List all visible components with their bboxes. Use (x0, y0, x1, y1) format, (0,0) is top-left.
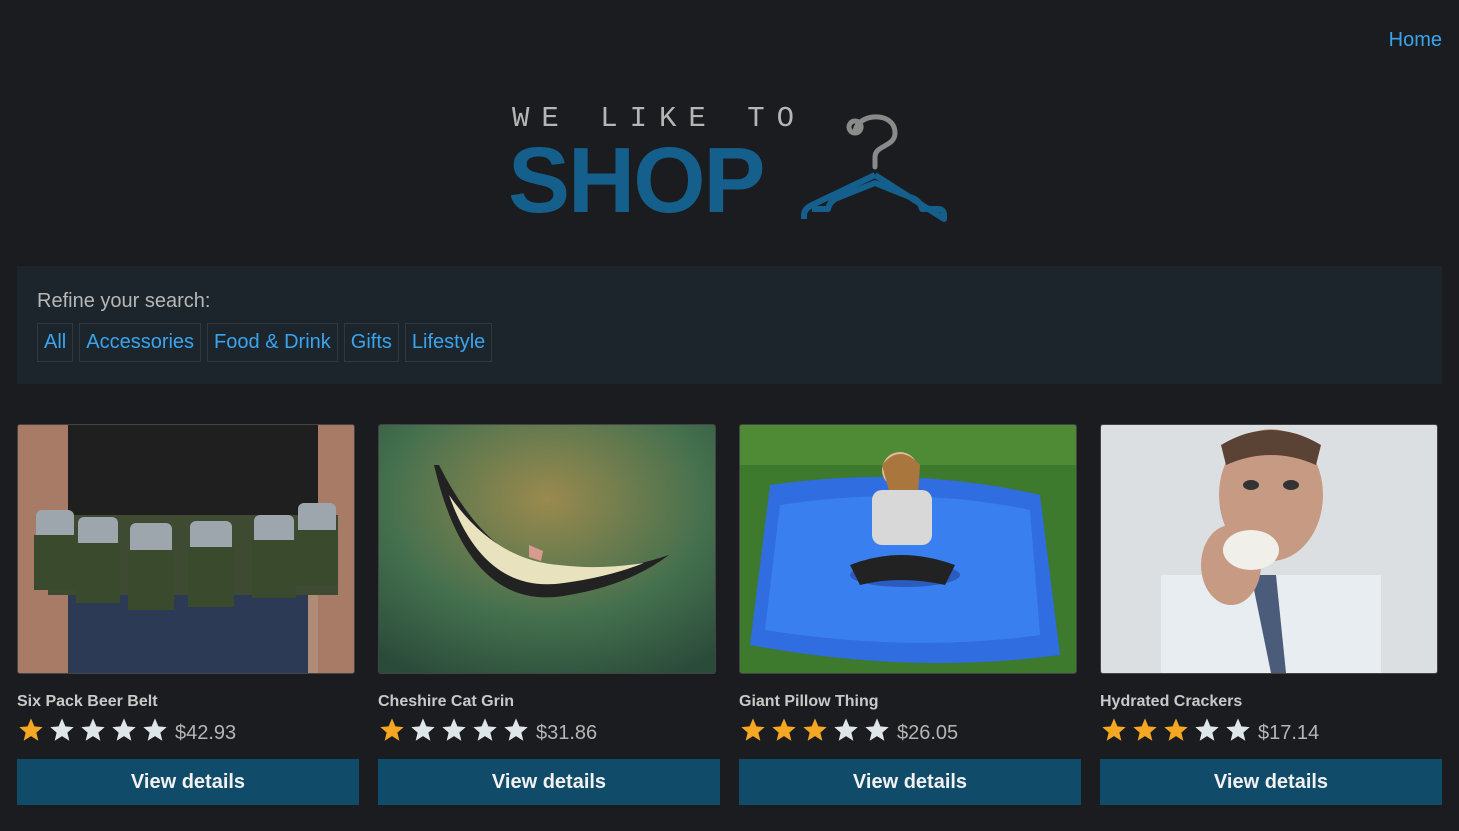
product-price: $31.86 (536, 721, 598, 744)
product-rating: $26.05 (739, 715, 1081, 745)
home-link[interactable]: Home (1389, 29, 1442, 51)
star-empty-icon (834, 718, 858, 741)
filter-all[interactable]: All (37, 323, 74, 362)
product-image[interactable] (1100, 424, 1438, 674)
star-empty-icon (1195, 718, 1219, 741)
star-empty-icon (504, 718, 528, 741)
product-card: Cheshire Cat Grin $31.86 View details (378, 424, 720, 805)
star-filled-icon (19, 718, 43, 741)
shop-logo: WE LIKE TO SHOP (508, 100, 960, 232)
product-image[interactable] (17, 424, 355, 674)
product-image[interactable] (739, 424, 1077, 674)
star-empty-icon (865, 718, 889, 741)
product-name: Giant Pillow Thing (739, 693, 879, 710)
refine-label: Refine your search: (37, 290, 211, 312)
star-filled-icon (1164, 718, 1188, 741)
star-filled-icon (741, 718, 765, 741)
product-price: $17.14 (1258, 721, 1320, 744)
product-price: $26.05 (897, 721, 959, 744)
product-image[interactable] (378, 424, 716, 674)
logo-word: SHOP (508, 128, 766, 232)
product-name: Six Pack Beer Belt (17, 693, 158, 710)
refine-search-panel: Refine your search: All Accessories Food… (17, 266, 1442, 384)
star-empty-icon (112, 718, 136, 741)
filter-lifestyle[interactable]: Lifestyle (404, 323, 493, 362)
filter-food-drink[interactable]: Food & Drink (207, 323, 338, 362)
product-name: Cheshire Cat Grin (378, 693, 515, 710)
star-empty-icon (442, 718, 466, 741)
top-nav: Home (1389, 29, 1442, 52)
filter-gifts[interactable]: Gifts (343, 323, 399, 362)
product-card: Hydrated Crackers $17.14 View details (1100, 424, 1442, 805)
star-filled-icon (380, 718, 404, 741)
view-details-button[interactable]: View details (739, 759, 1081, 805)
product-rating: $31.86 (378, 715, 720, 745)
view-details-button[interactable]: View details (1100, 759, 1442, 805)
star-filled-icon (1133, 718, 1157, 741)
filter-accessories[interactable]: Accessories (79, 323, 202, 362)
star-empty-icon (81, 718, 105, 741)
product-name: Hydrated Crackers (1100, 693, 1243, 710)
view-details-button[interactable]: View details (17, 759, 359, 805)
product-rating: $17.14 (1100, 715, 1442, 745)
filter-list: All Accessories Food & Drink Gifts Lifes… (37, 323, 1422, 362)
star-empty-icon (411, 718, 435, 741)
star-filled-icon (803, 718, 827, 741)
product-card: Giant Pillow Thing $26.05 View details (739, 424, 1081, 805)
product-card: Six Pack Beer Belt $42.93 View details (17, 424, 359, 805)
product-price: $42.93 (175, 721, 237, 744)
star-empty-icon (50, 718, 74, 741)
product-rating: $42.93 (17, 715, 359, 745)
product-grid: Six Pack Beer Belt $42.93 View details C… (17, 424, 1442, 805)
star-empty-icon (1226, 718, 1250, 741)
star-empty-icon (473, 718, 497, 741)
star-empty-icon (143, 718, 167, 741)
hanger-icon (801, 114, 947, 222)
star-filled-icon (772, 718, 796, 741)
view-details-button[interactable]: View details (378, 759, 720, 805)
star-filled-icon (1102, 718, 1126, 741)
